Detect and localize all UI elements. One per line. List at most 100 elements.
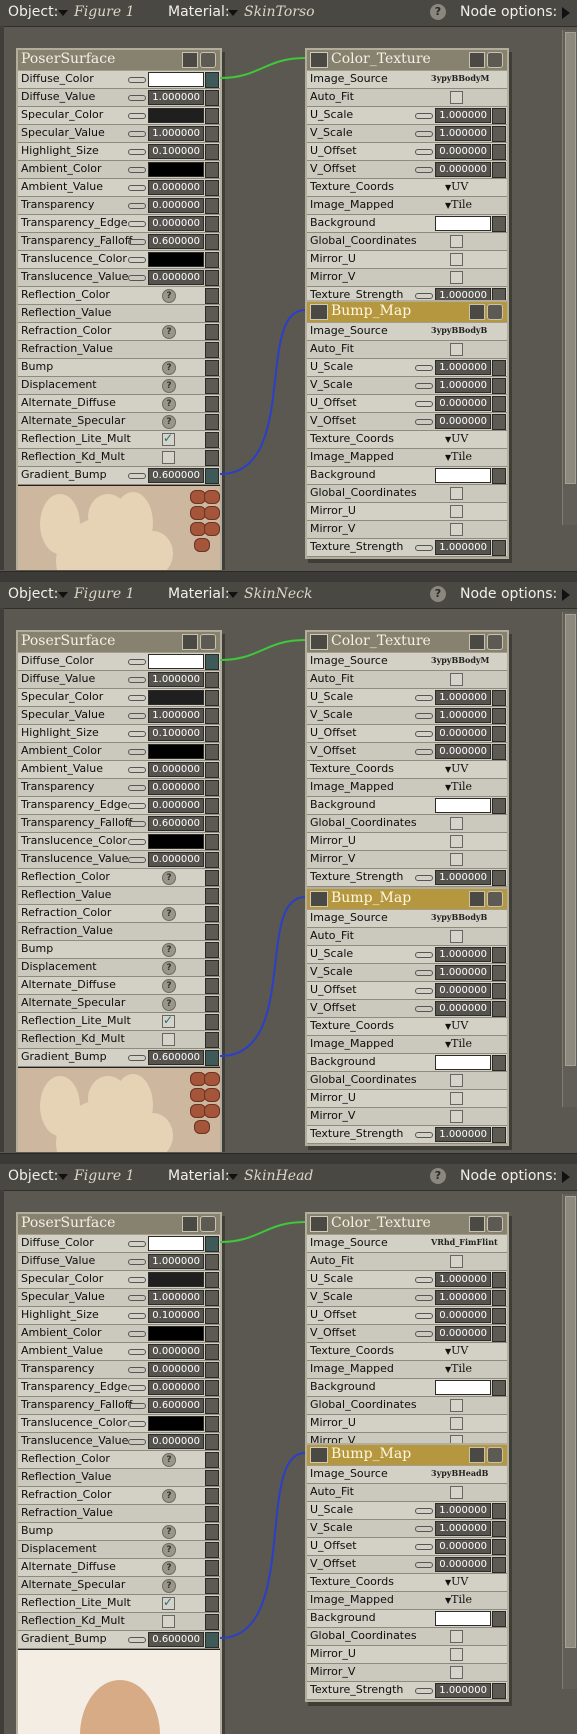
link-chain-icon[interactable] — [128, 167, 146, 173]
input-plug-icon[interactable] — [205, 906, 219, 922]
material-select[interactable]: SkinTorso — [244, 4, 315, 20]
link-chain-icon[interactable] — [128, 857, 146, 863]
link-chain-icon[interactable] — [415, 952, 433, 958]
node-collapse-icon[interactable] — [469, 1447, 485, 1463]
dropdown-select[interactable]: ▼UV — [445, 1019, 468, 1032]
param-value-field[interactable]: 0.000000 — [148, 198, 204, 213]
param-value-field[interactable]: 0.000000 — [148, 780, 204, 795]
vertical-scrollbar[interactable] — [562, 612, 577, 1107]
link-chain-icon[interactable] — [415, 1277, 433, 1283]
input-plug-icon[interactable] — [492, 1521, 506, 1537]
input-plug-icon[interactable] — [205, 1560, 219, 1576]
scrollbar-thumb[interactable] — [565, 1196, 576, 1648]
input-plug-icon[interactable] — [492, 744, 506, 760]
input-plug-icon[interactable] — [205, 690, 219, 706]
input-plug-icon[interactable] — [205, 468, 219, 484]
checkbox[interactable] — [450, 1074, 463, 1087]
input-plug-icon[interactable] — [205, 1050, 219, 1066]
vertical-scrollbar[interactable] — [562, 1194, 577, 1689]
checkbox[interactable] — [450, 673, 463, 686]
node-header[interactable]: Bump_Map — [307, 1445, 507, 1466]
input-plug-icon[interactable] — [205, 1614, 219, 1630]
color-swatch[interactable] — [148, 834, 204, 849]
help-icon[interactable]: ? — [162, 961, 176, 975]
node-collapse-icon[interactable] — [182, 1216, 198, 1232]
material-dropdown-icon[interactable] — [228, 592, 238, 598]
color-swatch[interactable] — [435, 216, 491, 231]
image-source-value[interactable]: 3ypyBBodyM — [431, 73, 489, 83]
checkbox[interactable] — [450, 835, 463, 848]
help-icon[interactable]: ? — [162, 397, 176, 411]
node-options-label[interactable]: Node options: — [460, 4, 557, 20]
param-value-field[interactable]: 1.000000 — [435, 378, 491, 393]
input-plug-icon[interactable] — [205, 942, 219, 958]
checkbox[interactable] — [450, 487, 463, 500]
input-plug-icon[interactable] — [205, 888, 219, 904]
link-chain-icon[interactable] — [415, 1006, 433, 1012]
input-plug-icon[interactable] — [205, 1380, 219, 1396]
input-plug-icon[interactable] — [492, 468, 506, 484]
input-plug-icon[interactable] — [205, 108, 219, 124]
input-plug-icon[interactable] — [492, 1290, 506, 1306]
link-chain-icon[interactable] — [128, 275, 146, 281]
input-plug-icon[interactable] — [492, 540, 506, 556]
input-plug-icon[interactable] — [205, 342, 219, 358]
object-dropdown-icon[interactable] — [58, 1174, 68, 1180]
input-plug-icon[interactable] — [492, 965, 506, 981]
input-plug-icon[interactable] — [205, 1398, 219, 1414]
input-plug-icon[interactable] — [205, 1272, 219, 1288]
color-swatch[interactable] — [148, 252, 204, 267]
dropdown-select[interactable]: ▼UV — [445, 1344, 468, 1357]
vertical-scrollbar[interactable] — [562, 30, 577, 525]
input-plug-icon[interactable] — [205, 726, 219, 742]
input-plug-icon[interactable] — [205, 1308, 219, 1324]
input-plug-icon[interactable] — [492, 144, 506, 160]
node-link-icon[interactable] — [310, 1216, 328, 1232]
input-plug-icon[interactable] — [205, 1596, 219, 1612]
input-plug-icon[interactable] — [205, 180, 219, 196]
param-value-field[interactable]: 1.000000 — [148, 708, 204, 723]
input-plug-icon[interactable] — [205, 834, 219, 850]
checkbox[interactable] — [450, 343, 463, 356]
node-collapse-icon[interactable] — [182, 634, 198, 650]
param-value-field[interactable]: 1.000000 — [148, 90, 204, 105]
node-collapse-icon[interactable] — [469, 891, 485, 907]
link-chain-icon[interactable] — [128, 77, 146, 83]
help-icon[interactable]: ? — [162, 907, 176, 921]
input-plug-icon[interactable] — [205, 234, 219, 250]
object-dropdown-icon[interactable] — [58, 10, 68, 16]
input-plug-icon[interactable] — [205, 162, 219, 178]
help-icon[interactable]: ? — [162, 1453, 176, 1467]
link-chain-icon[interactable] — [128, 149, 146, 155]
input-plug-icon[interactable] — [205, 1326, 219, 1342]
input-plug-icon[interactable] — [205, 270, 219, 286]
help-icon[interactable]: ? — [162, 361, 176, 375]
input-plug-icon[interactable] — [492, 983, 506, 999]
link-chain-icon[interactable] — [128, 749, 146, 755]
link-chain-icon[interactable] — [128, 221, 146, 227]
param-value-field[interactable]: 1.000000 — [148, 672, 204, 687]
input-plug-icon[interactable] — [205, 378, 219, 394]
checkbox[interactable] — [162, 451, 175, 464]
input-plug-icon[interactable] — [205, 960, 219, 976]
link-chain-icon[interactable] — [415, 401, 433, 407]
input-plug-icon[interactable] — [205, 1470, 219, 1486]
input-plug-icon[interactable] — [205, 450, 219, 466]
input-plug-icon[interactable] — [205, 396, 219, 412]
param-value-field[interactable]: 1.000000 — [435, 947, 491, 962]
help-icon[interactable]: ? — [162, 1543, 176, 1557]
param-value-field[interactable]: 0.000000 — [435, 1539, 491, 1554]
input-plug-icon[interactable] — [492, 216, 506, 232]
node-header[interactable]: PoserSurface — [18, 632, 220, 653]
input-plug-icon[interactable] — [492, 726, 506, 742]
image-source-value[interactable]: 3ypyBBodyB — [431, 325, 487, 335]
link-chain-icon[interactable] — [128, 767, 146, 773]
param-value-field[interactable]: 0.600000 — [148, 468, 204, 483]
dropdown-select[interactable]: ▼UV — [445, 1575, 468, 1588]
link-chain-icon[interactable] — [128, 239, 146, 245]
param-value-field[interactable]: 0.000000 — [148, 270, 204, 285]
param-value-field[interactable]: 1.000000 — [435, 1683, 491, 1698]
checkbox[interactable] — [450, 1110, 463, 1123]
help-icon[interactable]: ? — [162, 997, 176, 1011]
object-select[interactable]: Figure 1 — [74, 1168, 135, 1184]
